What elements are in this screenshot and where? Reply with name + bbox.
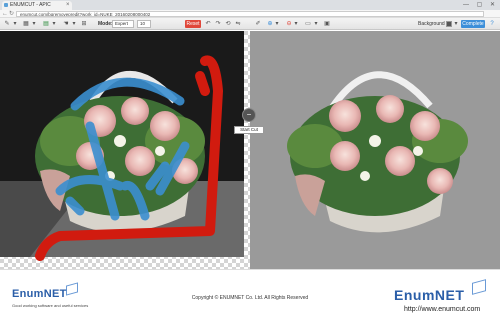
footer-logo-right[interactable]: EnumNET — [394, 287, 464, 303]
brush-size-select[interactable]: 10 — [137, 20, 151, 28]
footer-tagline: Good working software and useful service… — [12, 303, 89, 308]
start-cut-tooltip: Start Cut — [234, 126, 264, 134]
dropdown-arrow-icon[interactable]: ▾ — [12, 20, 18, 28]
zoom-icon[interactable]: ⊞ — [80, 20, 88, 28]
dropdown-arrow-icon[interactable]: ▾ — [293, 20, 299, 28]
draw-tool-icon[interactable]: ✐ — [254, 20, 262, 28]
complete-button[interactable]: Complete — [461, 20, 485, 28]
eraser-icon[interactable]: ▭ — [304, 20, 312, 28]
refresh-icon[interactable]: ↻ — [9, 10, 14, 18]
browser-tab-bar: ENUMCUT - APIC × — ▢ ✕ — [0, 0, 500, 10]
help-icon[interactable]: ? — [488, 20, 496, 28]
preview-icon[interactable]: ▣ — [323, 20, 331, 28]
start-cut-button[interactable]: − — [242, 108, 256, 122]
tab-title: ENUMCUT - APIC — [10, 2, 51, 8]
remove-background-icon[interactable]: ⊖ — [285, 20, 293, 28]
rotate-icon[interactable]: ⟲ — [224, 20, 232, 28]
grid-icon[interactable]: ▦ — [22, 20, 30, 28]
background-label: Background — [418, 21, 445, 27]
url-field[interactable]: enumcut.com/bgremovepredit?work_id=NUKE_… — [16, 11, 484, 17]
window-controls[interactable]: — ▢ ✕ — [463, 1, 498, 8]
source-canvas[interactable] — [0, 31, 250, 269]
background-color-swatch[interactable] — [446, 21, 452, 27]
dropdown-arrow-icon[interactable]: ▾ — [313, 20, 319, 28]
mode-label: Mode: — [98, 21, 113, 27]
flip-icon[interactable]: ⇋ — [234, 20, 242, 28]
dropdown-arrow-icon[interactable]: ▾ — [274, 20, 280, 28]
pencil-icon[interactable]: ✎ — [3, 20, 11, 28]
result-photo — [287, 71, 468, 233]
add-foreground-icon[interactable]: ⊕ — [266, 20, 274, 28]
dropdown-arrow-icon[interactable]: ▾ — [31, 20, 37, 28]
address-bar-row: ← ↻ enumcut.com/bgremovepredit?work_id=N… — [0, 10, 500, 18]
foreground-icon[interactable]: ▤ — [42, 20, 50, 28]
mode-select[interactable]: Expert — [112, 20, 134, 28]
hand-icon[interactable]: ☚ — [62, 20, 70, 28]
redo-icon[interactable]: ↷ — [214, 20, 222, 28]
dropdown-arrow-icon[interactable]: ▾ — [453, 20, 459, 28]
dropdown-arrow-icon[interactable]: ▾ — [71, 20, 77, 28]
result-canvas[interactable] — [250, 31, 500, 269]
favicon-icon — [4, 3, 8, 7]
source-photo — [0, 31, 244, 261]
dropdown-arrow-icon[interactable]: ▾ — [51, 20, 57, 28]
undo-icon[interactable]: ↶ — [204, 20, 212, 28]
editor-toolbar: ✎ ▾ ▦ ▾ ▤ ▾ ☚ ▾ ⊞ Mode: Expert 10 Reset … — [0, 18, 500, 30]
footer-site-url[interactable]: http://www.enumcut.com — [404, 306, 480, 313]
reset-button[interactable]: Reset — [185, 20, 201, 28]
back-icon[interactable]: ← — [2, 10, 8, 18]
browser-tab[interactable]: ENUMCUT - APIC × — [2, 1, 72, 10]
close-tab-icon[interactable]: × — [66, 1, 70, 10]
